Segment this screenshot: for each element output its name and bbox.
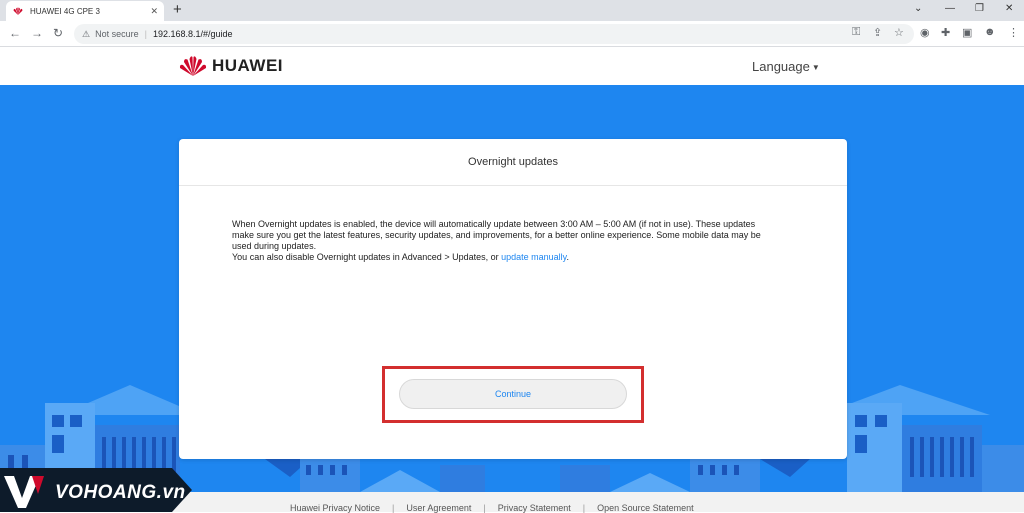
key-icon[interactable]: ⚿: [852, 26, 860, 39]
new-tab-button[interactable]: +: [173, 1, 182, 19]
huawei-logo[interactable]: HUAWEI: [178, 55, 283, 77]
dialog-title: Overnight updates: [179, 139, 847, 186]
body-text-suffix: .: [566, 252, 570, 262]
restore-icon[interactable]: ❐: [975, 3, 984, 14]
forward-icon[interactable]: →: [31, 26, 43, 40]
update-manually-link[interactable]: update manually: [501, 252, 566, 262]
body-text-line: make sure you get the latest features, s…: [232, 230, 761, 240]
menu-icon[interactable]: ⋮: [1008, 26, 1019, 39]
language-dropdown[interactable]: Language ▼: [752, 59, 820, 74]
continue-button[interactable]: Continue: [399, 379, 627, 409]
minimize-icon[interactable]: —: [945, 3, 955, 14]
star-icon[interactable]: ☆: [894, 26, 904, 39]
profile-icon[interactable]: ☻: [984, 26, 996, 38]
browser-tab-bar: HUAWEI 4G CPE 3 ✕ + ⌄ — ❐ ✕: [0, 0, 1024, 21]
url-omnibox[interactable]: ⚠ Not secure | 192.168.8.1/#/guide: [74, 24, 914, 44]
watermark-text: VOHOANG.vn: [55, 482, 186, 503]
huawei-favicon-icon: [13, 7, 23, 15]
body-text-line: used during updates.: [232, 241, 317, 251]
reload-icon[interactable]: ↻: [53, 26, 63, 40]
back-icon[interactable]: ←: [9, 26, 21, 40]
logo-text: HUAWEI: [212, 56, 283, 75]
site-header: HUAWEI Language ▼: [0, 48, 1024, 85]
puzzle-icon[interactable]: ✚: [941, 26, 950, 39]
caret-down-icon: ▼: [811, 63, 820, 73]
url-text[interactable]: 192.168.8.1/#/guide: [153, 29, 233, 39]
dialog-body: When Overnight updates is enabled, the d…: [232, 219, 792, 263]
tab-title: HUAWEI 4G CPE 3: [30, 6, 100, 16]
chevron-down-icon[interactable]: ⌄: [914, 3, 922, 14]
body-text-line: You can also disable Overnight updates i…: [232, 252, 792, 263]
huawei-flower-icon: [179, 56, 207, 76]
language-label: Language: [752, 59, 810, 74]
omnibox-divider: |: [144, 29, 147, 39]
window-close-icon[interactable]: ✕: [1005, 3, 1013, 14]
security-label[interactable]: Not secure: [95, 29, 139, 39]
close-icon[interactable]: ✕: [150, 6, 158, 17]
share-icon[interactable]: ⇪: [873, 26, 882, 39]
extension-icon[interactable]: ◉: [920, 26, 930, 39]
sidepanel-icon[interactable]: ▣: [962, 26, 972, 39]
body-text-line: When Overnight updates is enabled, the d…: [232, 219, 756, 229]
address-bar: ← → ↻ ⚠ Not secure | 192.168.8.1/#/guide…: [0, 21, 1024, 47]
warning-icon[interactable]: ⚠: [82, 29, 90, 40]
browser-tab[interactable]: HUAWEI 4G CPE 3 ✕: [6, 1, 164, 21]
body-text-prefix: You can also disable Overnight updates i…: [232, 252, 502, 262]
